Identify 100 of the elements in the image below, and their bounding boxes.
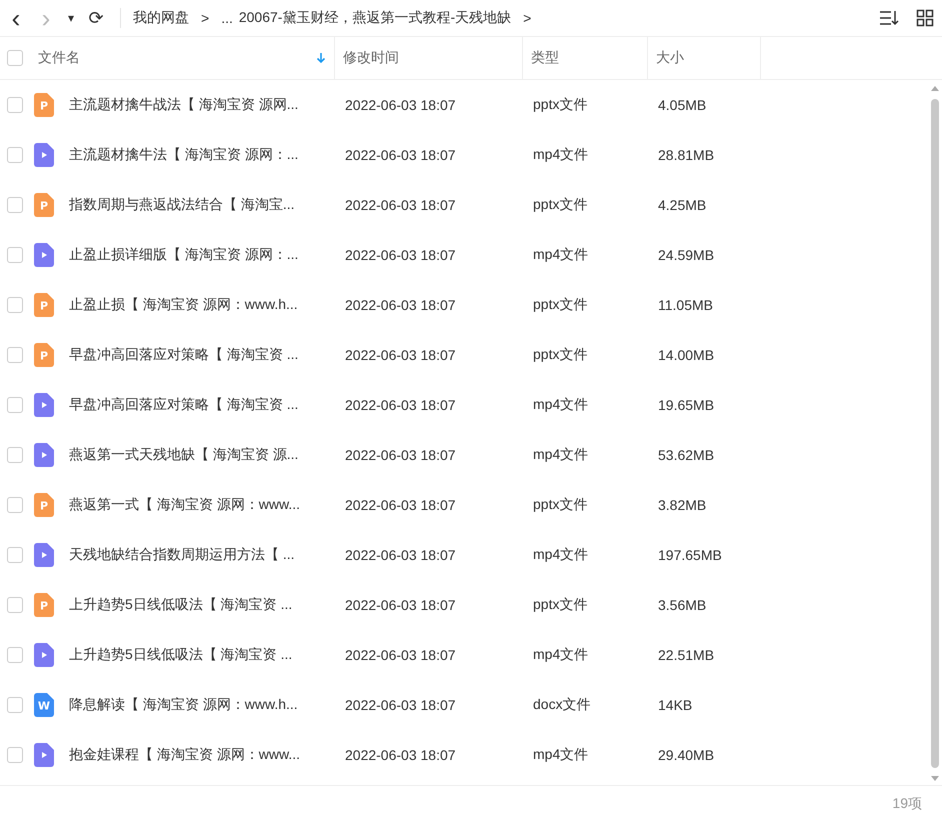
file-name[interactable]: 早盘冲高回落应对策略【 海淘宝资 ... <box>69 396 298 414</box>
file-size: 19.65MB <box>658 397 714 413</box>
file-name[interactable]: 上升趋势5日线低吸法【 海淘宝资 ... <box>69 596 292 614</box>
column-header[interactable]: 修改时间 <box>343 49 399 67</box>
file-name[interactable]: 主流题材擒牛法【 海淘宝资 源网：... <box>69 146 298 164</box>
row-checkbox[interactable] <box>7 347 23 363</box>
document-file-icon: P <box>34 593 54 617</box>
refresh-button[interactable]: ⟳ <box>84 9 108 27</box>
file-name[interactable]: 抱金娃课程【 海淘宝资 源网：www... <box>69 746 300 764</box>
row-checkbox[interactable] <box>7 497 23 513</box>
file-type: mp4文件 <box>533 746 588 764</box>
file-name[interactable]: 止盈止损【 海淘宝资 源网：www.h... <box>69 296 298 314</box>
file-type: mp4文件 <box>533 146 588 164</box>
file-type: pptx文件 <box>533 596 588 614</box>
modified-time: 2022-06-03 18:07 <box>345 647 456 663</box>
breadcrumb-separator: > <box>201 10 210 26</box>
modified-time: 2022-06-03 18:07 <box>345 547 456 563</box>
file-size: 53.62MB <box>658 447 714 463</box>
row-checkbox[interactable] <box>7 447 23 463</box>
file-type: mp4文件 <box>533 646 588 664</box>
modified-time: 2022-06-03 18:07 <box>345 397 456 413</box>
file-name[interactable]: 天残地缺结合指数周期运用方法【 ... <box>69 546 295 564</box>
row-checkbox[interactable] <box>7 147 23 163</box>
video-file-icon <box>34 543 54 567</box>
dropdown-button[interactable]: ▾ <box>64 11 78 25</box>
modified-time: 2022-06-03 18:07 <box>345 97 456 113</box>
column-header[interactable]: 类型 <box>531 49 559 67</box>
file-name[interactable]: 燕返第一式【 海淘宝资 源网：www... <box>69 496 300 514</box>
file-type: docx文件 <box>533 696 591 714</box>
file-type: pptx文件 <box>533 296 588 314</box>
modified-time: 2022-06-03 18:07 <box>345 147 456 163</box>
row-checkbox[interactable] <box>7 97 23 113</box>
row-checkbox[interactable] <box>7 697 23 713</box>
file-type: mp4文件 <box>533 546 588 564</box>
file-type: pptx文件 <box>533 96 588 114</box>
video-file-icon <box>34 393 54 417</box>
file-type: mp4文件 <box>533 446 588 464</box>
modified-time: 2022-06-03 18:07 <box>345 447 456 463</box>
scrollbar[interactable] <box>930 86 940 781</box>
video-file-icon <box>34 143 54 167</box>
column-header[interactable]: 大小 <box>656 49 684 67</box>
document-file-icon: P <box>34 293 54 317</box>
document-file-icon: P <box>34 343 54 367</box>
file-name[interactable]: 止盈止损详细版【 海淘宝资 源网：... <box>69 246 298 264</box>
file-size: 22.51MB <box>658 647 714 663</box>
row-checkbox[interactable] <box>7 247 23 263</box>
modified-time: 2022-06-03 18:07 <box>345 197 456 213</box>
row-checkbox[interactable] <box>7 297 23 313</box>
modified-time: 2022-06-03 18:07 <box>345 747 456 763</box>
file-size: 4.05MB <box>658 97 706 113</box>
modified-time: 2022-06-03 18:07 <box>345 247 456 263</box>
file-size: 197.65MB <box>658 547 722 563</box>
video-file-icon <box>34 643 54 667</box>
breadcrumb-item[interactable]: ... <box>221 10 233 26</box>
breadcrumb-item[interactable]: 20067-黛玉财经，燕返第一式教程-天残地缺 <box>238 9 512 27</box>
file-name[interactable]: 燕返第一式天残地缺【 海淘宝资 源... <box>69 446 298 464</box>
row-checkbox[interactable] <box>7 397 23 413</box>
file-size: 3.56MB <box>658 597 706 613</box>
file-name[interactable]: 主流题材擒牛战法【 海淘宝资 源网... <box>69 96 298 114</box>
file-size: 14KB <box>658 697 692 713</box>
row-checkbox[interactable] <box>7 197 23 213</box>
document-file-icon: P <box>34 93 54 117</box>
video-file-icon <box>34 443 54 467</box>
file-name[interactable]: 降息解读【 海淘宝资 源网：www.h... <box>69 696 298 714</box>
row-checkbox[interactable] <box>7 647 23 663</box>
modified-time: 2022-06-03 18:07 <box>345 697 456 713</box>
row-checkbox[interactable] <box>7 747 23 763</box>
file-type: pptx文件 <box>533 496 588 514</box>
file-size: 3.82MB <box>658 497 706 513</box>
file-type: pptx文件 <box>533 346 588 364</box>
breadcrumb-separator: > <box>523 10 532 26</box>
select-all-checkbox[interactable] <box>7 50 23 66</box>
file-size: 28.81MB <box>658 147 714 163</box>
modified-time: 2022-06-03 18:07 <box>345 347 456 363</box>
document-file-icon: P <box>34 493 54 517</box>
video-file-icon <box>34 243 54 267</box>
sort-icon[interactable] <box>878 9 900 27</box>
file-type: mp4文件 <box>533 396 588 414</box>
file-size: 14.00MB <box>658 347 714 363</box>
file-name[interactable]: 上升趋势5日线低吸法【 海淘宝资 ... <box>69 646 292 664</box>
item-count: 19项 <box>892 795 922 813</box>
modified-time: 2022-06-03 18:07 <box>345 597 456 613</box>
file-type: mp4文件 <box>533 246 588 264</box>
file-name[interactable]: 早盘冲高回落应对策略【 海淘宝资 ... <box>69 346 298 364</box>
file-size: 29.40MB <box>658 747 714 763</box>
file-type: pptx文件 <box>533 196 588 214</box>
breadcrumb-item[interactable]: 我的网盘 <box>133 9 189 27</box>
row-checkbox[interactable] <box>7 597 23 613</box>
document-file-icon: W <box>34 693 54 717</box>
video-file-icon <box>34 743 54 767</box>
modified-time: 2022-06-03 18:07 <box>345 297 456 313</box>
grid-view-icon[interactable] <box>916 9 934 27</box>
file-size: 11.05MB <box>658 297 713 313</box>
file-size: 24.59MB <box>658 247 714 263</box>
row-checkbox[interactable] <box>7 547 23 563</box>
back-button[interactable]: ‹ <box>4 5 28 31</box>
column-header[interactable]: 文件名 <box>38 49 80 67</box>
file-name[interactable]: 指数周期与燕返战法结合【 海淘宝... <box>69 196 295 214</box>
modified-time: 2022-06-03 18:07 <box>345 497 456 513</box>
sort-arrow-icon <box>316 52 326 64</box>
